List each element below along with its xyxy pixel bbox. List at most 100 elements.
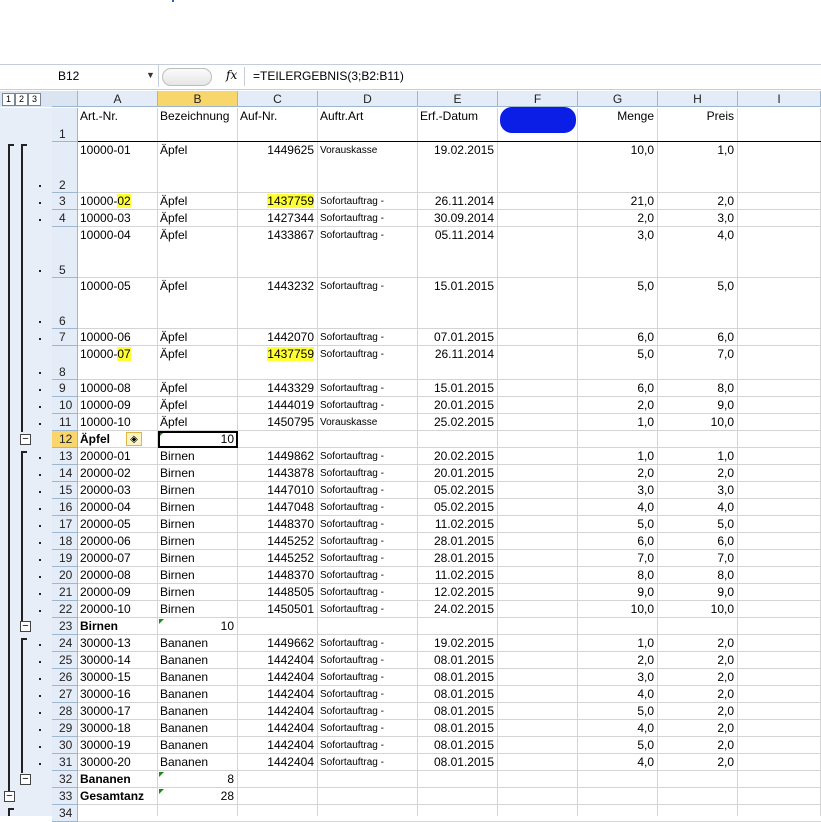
cell-a[interactable]: 30000-16 [78,686,158,703]
cell-b[interactable]: Birnen [158,601,238,618]
cell-g[interactable] [578,788,658,805]
cell-h[interactable]: 1,0 [658,448,738,465]
cell-g[interactable] [578,771,658,788]
row-header-19[interactable]: 19 [52,550,78,567]
cell-a[interactable]: 20000-10 [78,601,158,618]
cell-c[interactable]: 1442404 [238,754,318,771]
cell-g[interactable]: 5,0 [578,737,658,754]
row-header-22[interactable]: 22 [52,601,78,618]
cell-b[interactable]: 8 [158,771,238,788]
cell-h[interactable]: 8,0 [658,380,738,397]
row-header-26[interactable]: 26 [52,669,78,686]
cell-c[interactable]: 1427344 [238,210,318,227]
row-header-18[interactable]: 18 [52,533,78,550]
cell-c[interactable]: 1433867 [238,227,318,244]
cell-a[interactable]: 20000-09 [78,584,158,601]
cell-d[interactable]: Sofortauftrag - [318,601,418,618]
row-header-21[interactable]: 21 [52,584,78,601]
cell-a[interactable]: 10000-02 [78,193,158,210]
cell-d[interactable]: Sofortauftrag - [318,686,418,703]
select-all-corner[interactable] [52,91,78,107]
error-warning-icon[interactable]: ◈ [126,432,142,446]
column-header-b[interactable]: B [158,91,238,107]
cell-g[interactable] [578,618,658,635]
cell-d[interactable]: Sofortauftrag - [318,227,418,244]
cell-h[interactable]: 2,0 [658,720,738,737]
cell-g[interactable]: 5,0 [578,278,658,295]
cell-c[interactable]: 1443329 [238,380,318,397]
cell-d[interactable]: Sofortauftrag - [318,550,418,567]
row-header-5[interactable]: 5 [52,227,78,278]
cell-h[interactable]: 2,0 [658,754,738,771]
cell-a[interactable]: 20000-04 [78,499,158,516]
cell-d[interactable]: Sofortauftrag - [318,584,418,601]
cell-b[interactable]: Birnen [158,499,238,516]
cell-h[interactable]: 6,0 [658,329,738,346]
cell-h[interactable]: 2,0 [658,669,738,686]
cell-a[interactable]: 20000-06 [78,533,158,550]
row-header-10[interactable]: 10 [52,397,78,414]
column-header-a[interactable]: A [78,91,158,107]
insert-function-icon[interactable]: fx [226,68,237,82]
cell-b[interactable]: 28 [158,788,238,805]
cell-c[interactable]: 1448370 [238,567,318,584]
cell-e[interactable]: 20.02.2015 [418,448,498,465]
header-cell-g[interactable]: Menge [578,108,658,125]
cell-g[interactable]: 5,0 [578,516,658,533]
cell-g[interactable]: 4,0 [578,754,658,771]
cell-h[interactable] [658,618,738,635]
row-header-24[interactable]: 24 [52,635,78,652]
cell-c[interactable]: 1443878 [238,465,318,482]
row-header-31[interactable]: 31 [52,754,78,771]
cell-a[interactable]: 10000-03 [78,210,158,227]
cell-e[interactable]: 08.01.2015 [418,652,498,669]
cell-e[interactable]: 30.09.2014 [418,210,498,227]
column-header-h[interactable]: H [658,91,738,107]
cell-c[interactable]: 1448370 [238,516,318,533]
cell-h[interactable]: 4,0 [658,227,738,244]
cell-d[interactable]: Sofortauftrag - [318,669,418,686]
cell-a[interactable]: 10000-01 [78,142,158,159]
cell-e[interactable]: 20.01.2015 [418,465,498,482]
cell-a[interactable]: 10000-05 [78,278,158,295]
cell-e[interactable]: 07.01.2015 [418,329,498,346]
cell-e[interactable] [418,431,498,448]
cell-d[interactable]: Sofortauftrag - [318,465,418,482]
cell-c[interactable]: 1442404 [238,737,318,754]
row-header-6[interactable]: 6 [52,278,78,329]
row-header-1[interactable]: 1 [52,108,78,142]
cell-c[interactable]: 1449625 [238,142,318,159]
cell-a[interactable]: 10000-09 [78,397,158,414]
column-header-c[interactable]: C [238,91,318,107]
cell-b[interactable]: Birnen [158,516,238,533]
cell-c[interactable] [238,618,318,635]
cell-e[interactable]: 12.02.2015 [418,584,498,601]
cell-h[interactable]: 7,0 [658,550,738,567]
header-cell-b[interactable]: Bezeichnung [158,108,238,125]
cell-d[interactable]: Sofortauftrag - [318,567,418,584]
cell-e[interactable]: 19.02.2015 [418,142,498,159]
cell-g[interactable]: 10,0 [578,142,658,159]
cell-g[interactable]: 21,0 [578,193,658,210]
cell-a[interactable]: 10000-06 [78,329,158,346]
column-header-i[interactable]: I [738,91,821,107]
row-header-2[interactable]: 2 [52,142,78,193]
cell-h[interactable] [658,788,738,805]
cell-b[interactable]: Birnen [158,567,238,584]
cell-a[interactable]: 10000-08 [78,380,158,397]
cell-g[interactable]: 6,0 [578,380,658,397]
cell-b[interactable]: Äpfel [158,329,238,346]
cell-b[interactable]: Birnen [158,465,238,482]
cell-a[interactable]: 20000-08 [78,567,158,584]
cell-b[interactable]: Äpfel [158,227,238,244]
cell-b[interactable] [158,805,238,822]
cell-g[interactable] [578,431,658,448]
cell-a[interactable]: 20000-05 [78,516,158,533]
cell-g[interactable]: 1,0 [578,414,658,431]
cell-a[interactable]: 30000-15 [78,669,158,686]
cell-b[interactable]: Bananen [158,754,238,771]
cell-b[interactable]: Birnen [158,584,238,601]
cell-c[interactable]: 1442404 [238,703,318,720]
row-header-12[interactable]: 12 [52,431,78,448]
row-header-28[interactable]: 28 [52,703,78,720]
